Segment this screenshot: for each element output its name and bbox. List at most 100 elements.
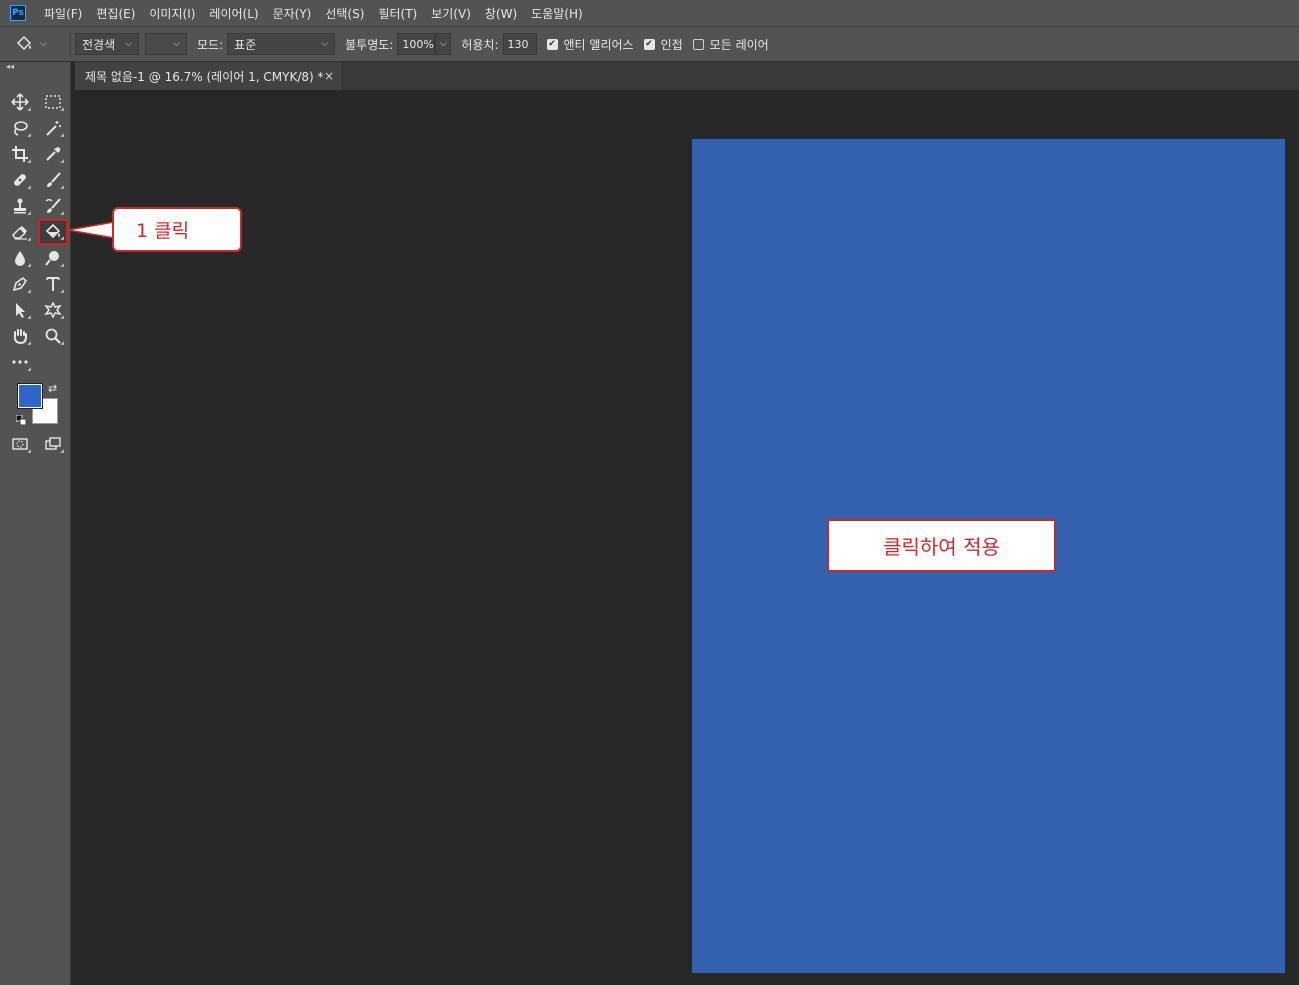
- contiguous-label: 인접: [660, 37, 683, 52]
- callout-step-1-text: 1 클릭: [136, 220, 190, 242]
- quick-mask-button[interactable]: [7, 432, 33, 456]
- menu-help[interactable]: 도움말(H): [531, 5, 583, 22]
- menu-layer[interactable]: 레이어(L): [209, 5, 258, 22]
- magic-wand-icon: [46, 121, 61, 136]
- menu-filter[interactable]: 필터(T): [378, 5, 417, 22]
- document-tab-bar: 제목 없음-1 @ 16.7% (레이어 1, CMYK/8) * ×: [75, 62, 1299, 90]
- move-tool[interactable]: [7, 90, 33, 114]
- menu-file[interactable]: 파일(F): [44, 5, 82, 22]
- pattern-picker[interactable]: ⌵: [145, 33, 187, 55]
- callout-pointer: [67, 221, 115, 239]
- chevron-down-icon: ⌵: [321, 39, 329, 49]
- callout-step-2-text: 클릭하여 적용: [883, 535, 1000, 559]
- fill-source-value: 전경색: [82, 37, 116, 52]
- zoom-tool[interactable]: [40, 324, 66, 348]
- marquee-icon: [45, 95, 61, 109]
- move-icon: [11, 93, 29, 111]
- history-brush-tool[interactable]: [40, 194, 66, 218]
- stamp-icon: [14, 198, 26, 214]
- screen-mode-button[interactable]: [40, 432, 66, 456]
- tools-panel: ◂◂ ⇄: [0, 62, 71, 985]
- fill-source-select[interactable]: 전경색 ⌵: [75, 33, 139, 55]
- menu-image[interactable]: 이미지(I): [149, 5, 195, 22]
- tolerance-label: 허용치:: [461, 37, 499, 52]
- menu-type[interactable]: 문자(Y): [273, 5, 312, 22]
- menu-edit[interactable]: 편집(E): [96, 5, 135, 22]
- shape-icon: [44, 301, 62, 319]
- empty-checkbox-icon: [692, 38, 704, 50]
- pen-icon: [12, 276, 28, 292]
- dodge-tool[interactable]: [40, 246, 66, 270]
- quickmask-icon: [12, 438, 28, 450]
- paint-bucket-icon: [45, 223, 61, 239]
- menu-select[interactable]: 선택(S): [325, 5, 364, 22]
- history-brush-icon: [45, 198, 61, 213]
- dodge-icon: [45, 251, 59, 266]
- chevron-down-icon: ⌵: [439, 39, 447, 49]
- blur-icon: [15, 251, 25, 266]
- divider: [70, 32, 71, 56]
- opacity-label: 불투명도:: [345, 37, 394, 52]
- collapse-panel-icon[interactable]: ◂◂: [6, 62, 14, 71]
- menu-bar: Ps 파일(F) 편집(E) 이미지(I) 레이어(L) 문자(Y) 선택(S)…: [0, 0, 1299, 26]
- more-icon: [12, 360, 28, 364]
- eraser-icon: [12, 226, 27, 240]
- tolerance-input[interactable]: 130: [502, 33, 537, 55]
- checkmark-icon: ✔: [546, 38, 558, 50]
- path-selection-tool[interactable]: [7, 298, 33, 322]
- tool-preset-picker[interactable]: ⌵: [14, 31, 66, 57]
- options-bar: ⌵ 전경색 ⌵ ⌵ 모드: 표준 ⌵ 불투명도: 100% ⌵ 허용치: 130 ✔…: [0, 26, 1299, 62]
- eraser-tool[interactable]: [7, 220, 33, 244]
- all-layers-checkbox[interactable]: 모든 레이어: [692, 36, 769, 53]
- mode-select[interactable]: 표준 ⌵: [227, 33, 336, 55]
- contiguous-checkbox[interactable]: ✔ 인접: [643, 36, 683, 53]
- chevron-down-icon: ⌵: [173, 39, 180, 49]
- chevron-down-icon: ⌵: [40, 39, 47, 49]
- edit-toolbar-button[interactable]: [7, 350, 33, 374]
- path-select-icon: [16, 303, 25, 318]
- brush-tool[interactable]: [40, 168, 66, 192]
- hand-icon: [13, 329, 27, 345]
- healing-brush-tool[interactable]: [7, 168, 33, 192]
- marquee-tool[interactable]: [40, 90, 66, 114]
- menu-window[interactable]: 창(W): [485, 5, 517, 22]
- foreground-color-swatch[interactable]: [17, 383, 43, 409]
- magic-wand-tool[interactable]: [40, 116, 66, 140]
- default-colors-icon[interactable]: [16, 415, 26, 425]
- eyedropper-tool[interactable]: [40, 142, 66, 166]
- checkmark-icon: ✔: [643, 38, 655, 50]
- clone-stamp-tool[interactable]: [7, 194, 33, 218]
- blur-tool[interactable]: [7, 246, 33, 270]
- type-icon: [46, 277, 60, 291]
- antialias-checkbox[interactable]: ✔ 앤티 앨리어스: [546, 36, 634, 53]
- document-tab[interactable]: 제목 없음-1 @ 16.7% (레이어 1, CMYK/8) * ×: [75, 62, 343, 90]
- chevron-down-icon: ⌵: [125, 39, 132, 49]
- opacity-input[interactable]: 100%: [397, 33, 436, 55]
- opacity-slider-toggle[interactable]: ⌵: [435, 33, 452, 55]
- crop-tool[interactable]: [7, 142, 33, 166]
- close-icon[interactable]: ×: [324, 69, 334, 83]
- paint-bucket-tool[interactable]: [38, 219, 68, 245]
- lasso-icon: [14, 121, 28, 136]
- brush-icon: [47, 172, 61, 187]
- photoshop-logo[interactable]: Ps: [10, 5, 26, 21]
- lasso-tool[interactable]: [7, 116, 33, 140]
- mode-value: 표준: [234, 37, 257, 52]
- custom-shape-tool[interactable]: [40, 298, 66, 322]
- zoom-icon: [45, 328, 61, 344]
- swap-colors-icon[interactable]: ⇄: [48, 382, 57, 395]
- healing-icon: [14, 174, 26, 186]
- all-layers-label: 모든 레이어: [709, 37, 769, 52]
- document-tab-title: 제목 없음-1 @ 16.7% (레이어 1, CMYK/8) *: [85, 69, 324, 84]
- type-tool[interactable]: [40, 272, 66, 296]
- eyedropper-icon: [46, 147, 61, 161]
- hand-tool[interactable]: [7, 324, 33, 348]
- antialias-label: 앤티 앨리어스: [563, 37, 634, 52]
- callout-step-1: 1 클릭: [112, 207, 242, 252]
- crop-icon: [12, 146, 28, 162]
- screen-mode-icon: [45, 437, 61, 450]
- menu-view[interactable]: 보기(V): [431, 5, 471, 22]
- callout-step-2: 클릭하여 적용: [827, 519, 1056, 572]
- mode-label: 모드:: [197, 37, 224, 52]
- pen-tool[interactable]: [7, 272, 33, 296]
